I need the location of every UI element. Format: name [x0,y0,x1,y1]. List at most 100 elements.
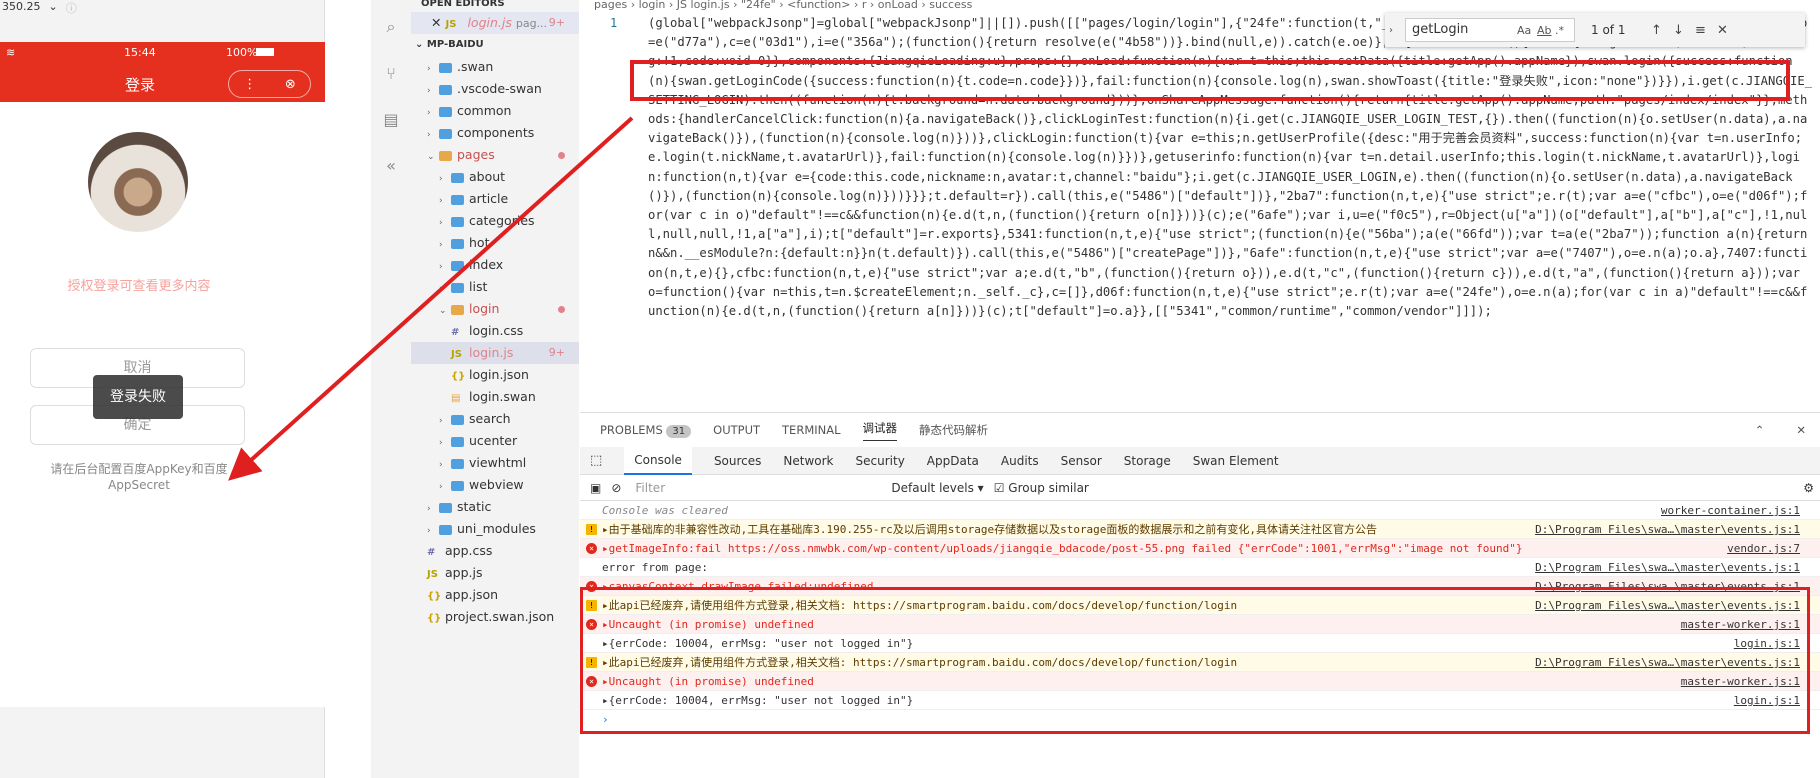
tree-item-app-json[interactable]: {} app.json [411,584,579,606]
tree-item-categories[interactable]: › categories [411,210,579,232]
chart-icon[interactable]: ▤ [371,96,411,142]
find-widget: › getLogin Aa Ab .* 1 of 1 ↑ ↓ ≡ ✕ [1385,13,1805,47]
search-icon[interactable]: ⌕ [371,4,411,50]
source-control-icon[interactable]: ⑂ [371,50,411,96]
chevron-right-icon[interactable]: › [1389,25,1393,36]
tree-item-label: pages [457,147,495,162]
inspect-icon[interactable]: ⬚ [590,453,602,468]
devtools-tab-security[interactable]: Security [856,454,905,468]
console-source-link[interactable]: worker-container.js:1 [1661,501,1800,519]
console-message: ▸getImageInfo:fail https://oss.nmwbk.com… [602,542,1523,555]
tree-item-hot[interactable]: › hot [411,232,579,254]
tree-item-components[interactable]: › components [411,122,579,144]
levels-dropdown[interactable]: Default levels ▾ [891,481,983,495]
console-row[interactable]: Console was cleared worker-container.js:1 [580,501,1820,520]
console-row[interactable]: error from page: D:\Program Files\swa…\ma… [580,558,1820,577]
tree-item-app-css[interactable]: # app.css [411,540,579,562]
tab-terminal[interactable]: TERMINAL [782,423,840,437]
highlight-box [630,60,1790,101]
devtools-tab-network[interactable]: Network [783,454,833,468]
nav-bar: 登录 ⋮ ⊗ [0,64,325,102]
arrow-down-icon[interactable]: ↓ [1673,23,1695,38]
clear-console-icon[interactable]: ⊘ [611,481,621,495]
arrow-up-icon[interactable]: ↑ [1651,23,1673,38]
zoom-value[interactable]: 350.25 [2,0,41,14]
tree-item--vscode-swan[interactable]: › .vscode-swan [411,78,579,100]
folder-icon [451,216,464,227]
tree-item-login[interactable]: ⌄ login [411,298,579,320]
tree-item-search[interactable]: › search [411,408,579,430]
regex-toggle[interactable]: .* [1555,24,1577,37]
match-case-toggle[interactable]: Aa [1517,24,1537,37]
tree-item-about[interactable]: › about [411,166,579,188]
close-icon[interactable]: ✕ [431,15,441,30]
help-icon[interactable]: ⓘ [66,0,77,15]
tab-static-analysis[interactable]: 静态代码解析 [919,422,988,438]
console-source-link[interactable]: D:\Program Files\swa…\master\events.js:1 [1535,520,1800,538]
tree-item-static[interactable]: › static [411,496,579,518]
debug-icon[interactable]: « [371,142,411,188]
tree-item-app-js[interactable]: JS app.js [411,562,579,584]
more-icon[interactable]: ⋮ [243,77,256,92]
match-count: 1 of 1 [1591,23,1626,37]
project-header[interactable]: ⌄ MP-BAIDU [411,34,579,56]
tab-problems[interactable]: PROBLEMS 31 [600,423,692,438]
folder-icon [451,172,464,183]
console-filter-bar: ▣ ⊘ Filter Default levels ▾ ☑ Group simi… [580,475,1820,501]
selection-icon[interactable]: ≡ [1695,23,1717,38]
tree-item--swan[interactable]: › .swan [411,56,579,78]
devtools-tab-console[interactable]: Console [624,446,692,475]
console-source-link[interactable]: vendor.js:7 [1727,539,1800,557]
filter-input[interactable]: Filter [631,478,881,498]
activity-bar: ⌕ ⑂ ▤ « [371,0,411,778]
devtools-tab-sensor[interactable]: Sensor [1061,454,1102,468]
file-tree: › .swan › .vscode-swan › common › components ⌄ pa… [411,56,579,628]
tree-item-label: categories [469,213,535,228]
tree-item-uni-modules[interactable]: › uni_modules [411,518,579,540]
open-editor-login-js[interactable]: ✕ JS login.js pag... 9+ [411,12,579,34]
devtools-tab-storage[interactable]: Storage [1124,454,1171,468]
devtools-tab-appdata[interactable]: AppData [927,454,979,468]
tree-item-login-swan[interactable]: ▤ login.swan [411,386,579,408]
sidebar-toggle-icon[interactable]: ▣ [590,481,601,495]
modified-dot [558,306,565,313]
breadcrumb[interactable]: pages › login › JS login.js › "24fe" › <… [580,0,1820,10]
tab-debugger[interactable]: 调试器 [862,420,898,441]
chevron-right-icon: › [439,482,443,492]
close-icon[interactable]: ✕ [1796,423,1806,437]
close-icon[interactable]: ⊗ [285,77,296,92]
panel-tabs: PROBLEMS 31 OUTPUT TERMINAL 调试器 静态代码解析 ⌃… [580,413,1820,447]
tree-item-login-css[interactable]: # login.css [411,320,579,342]
tree-item-webview[interactable]: › webview [411,474,579,496]
swan-file-icon: ▤ [451,393,461,404]
chevron-right-icon: › [427,108,431,118]
devtools-tab-swan-element[interactable]: Swan Element [1193,454,1279,468]
tree-item-common[interactable]: › common [411,100,579,122]
devtools-tab-audits[interactable]: Audits [1001,454,1039,468]
tree-item-label: list [469,279,488,294]
console-message: error from page: [602,561,708,574]
settings-icon[interactable]: ⚙ [1803,481,1814,495]
tree-item-label: search [469,411,511,426]
tree-item-ucenter[interactable]: › ucenter [411,430,579,452]
chevron-up-icon[interactable]: ⌃ [1755,423,1765,437]
tree-item-login-js[interactable]: JS login.js 9+ [411,342,579,364]
devtools-tab-sources[interactable]: Sources [714,454,761,468]
tab-output[interactable]: OUTPUT [713,423,760,437]
tree-item-viewhtml[interactable]: › viewhtml [411,452,579,474]
tree-item-article[interactable]: › article [411,188,579,210]
whole-word-toggle[interactable]: Ab [1537,24,1555,37]
open-editors-header[interactable]: OPEN EDITORS [411,0,579,12]
tree-item-login-json[interactable]: {} login.json [411,364,579,386]
console-row[interactable]: × ▸getImageInfo:fail https://oss.nmwbk.co… [580,539,1820,558]
console-source-link[interactable]: D:\Program Files\swa…\master\events.js:1 [1535,558,1800,576]
tree-item-index[interactable]: › index [411,254,579,276]
tree-item-list[interactable]: › list [411,276,579,298]
tree-item-project-swan-json[interactable]: {} project.swan.json [411,606,579,628]
status-bar: ≋ 15:44 100% [0,42,325,64]
close-icon[interactable]: ✕ [1717,23,1739,38]
group-similar-checkbox[interactable]: ☑ Group similar [994,481,1089,495]
console-row[interactable]: ! ▸由于基础库的非兼容性改动,工具在基础库3.190.255-rc及以后调用st… [580,520,1820,539]
chevron-down-icon[interactable]: ⌄ [49,0,58,14]
tree-item-pages[interactable]: ⌄ pages [411,144,579,166]
